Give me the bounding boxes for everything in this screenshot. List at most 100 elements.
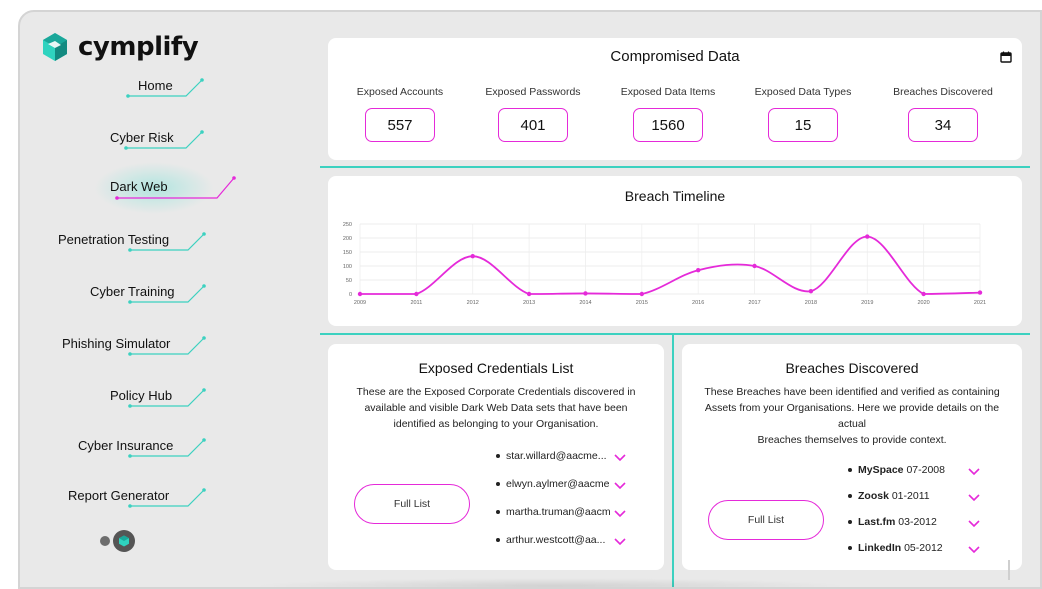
x-tick-label: 2021 <box>974 300 986 306</box>
list-item[interactable]: elwyn.aylmer@aacme <box>496 478 609 490</box>
x-tick-label: 2016 <box>692 300 704 306</box>
sidebar-item-policy-hub[interactable]: Policy Hub <box>110 382 230 416</box>
bullet <box>848 546 852 550</box>
description-line: Assets from your Organisations. Here we … <box>704 402 1000 414</box>
x-tick-label: 2015 <box>636 300 648 306</box>
breach-date: 07-2008 <box>906 464 945 476</box>
bullet <box>848 494 852 498</box>
list-item[interactable]: LinkedIn 05-2012 <box>848 542 943 554</box>
nav-underline <box>128 232 206 252</box>
x-tick-label: 2009 <box>354 300 366 306</box>
chevron-down-icon[interactable] <box>968 520 980 528</box>
chevron-down-icon[interactable] <box>614 454 626 462</box>
breach-timeline-chart: 250 200 150 100 50 02009 2011 2012 2013 2014 2015 2… <box>343 222 986 306</box>
sidebar-item-phishing-simulator[interactable]: Phishing Simulator <box>62 330 232 364</box>
nav-underline <box>128 284 206 304</box>
credential-email: star.willard@aacme... <box>506 450 607 462</box>
credential-email: elwyn.aylmer@aacme <box>506 478 610 490</box>
exposed-credentials-panel: Exposed Credentials List These are the E… <box>328 344 664 570</box>
x-tick-label: 2013 <box>523 300 535 306</box>
brand-name: cymplify <box>78 32 199 62</box>
breach-date: 03-2012 <box>898 516 937 528</box>
sidebar-item-penetration-testing[interactable]: Penetration Testing <box>58 226 228 260</box>
breaches-discovered-panel: Breaches Discovered These Breaches have … <box>682 344 1022 570</box>
nav-underline <box>128 336 206 356</box>
theme-toggle[interactable] <box>100 530 135 552</box>
panel-shadow <box>250 578 850 587</box>
panel-description: These are the Exposed Corporate Credenti… <box>336 384 656 432</box>
stat-value: 15 <box>768 108 838 142</box>
compromised-data-panel: Compromised Data Exposed Accounts 557 Ex… <box>328 38 1022 160</box>
stat-exposed-accounts: Exposed Accounts 557 <box>340 86 460 142</box>
x-tick-label: 2012 <box>467 300 479 306</box>
data-point <box>808 289 814 294</box>
bullet <box>496 454 500 458</box>
data-point <box>414 291 419 297</box>
scrollbar-mark <box>1008 560 1010 580</box>
data-point <box>639 291 645 297</box>
credential-email: martha.truman@aacm <box>506 506 611 518</box>
sidebar-item-cyber-training[interactable]: Cyber Training <box>90 278 230 312</box>
description-line: actual <box>837 418 867 430</box>
sidebar-item-cyber-insurance[interactable]: Cyber Insurance <box>78 432 228 466</box>
bullet <box>848 468 852 472</box>
full-list-button[interactable]: Full List <box>354 484 470 524</box>
list-item[interactable]: martha.truman@aacm <box>496 506 611 518</box>
chevron-down-icon[interactable] <box>614 510 626 518</box>
chevron-down-icon[interactable] <box>614 482 626 490</box>
theme-toggle-icon <box>113 530 135 552</box>
stat-label: Exposed Accounts <box>356 86 444 98</box>
series-line <box>360 235 981 295</box>
panel-title: Breaches Discovered <box>785 360 919 376</box>
panel-title: Compromised Data <box>610 48 740 65</box>
chevron-down-icon[interactable] <box>968 468 980 476</box>
nav-underline <box>128 488 206 508</box>
chevron-down-icon[interactable] <box>968 546 980 554</box>
data-point <box>977 290 983 295</box>
list-item[interactable]: Zoosk 01-2011 <box>848 490 930 502</box>
y-tick-label: 250 <box>343 222 352 228</box>
breach-date: 05-2012 <box>904 542 943 554</box>
x-tick-label: 2014 <box>579 300 591 306</box>
sidebar-item-dark-web[interactable]: Dark Web <box>100 172 240 206</box>
data-point <box>695 268 701 273</box>
credential-email: arthur.westcott@aa... <box>506 534 606 546</box>
description-line: Breaches themselves to provide context. <box>757 434 947 446</box>
stat-label: Exposed Passwords <box>485 86 581 98</box>
stat-exposed-passwords: Exposed Passwords 401 <box>473 86 593 142</box>
x-tick-label: 2018 <box>805 300 817 306</box>
bullet <box>496 510 500 514</box>
x-tick-label: 2017 <box>748 300 760 306</box>
x-tick-label: 2011 <box>410 300 422 306</box>
stat-label: Exposed Data Types <box>754 86 852 98</box>
stat-value: 34 <box>908 108 978 142</box>
y-tick-label: 150 <box>343 250 352 256</box>
chevron-down-icon[interactable] <box>968 494 980 502</box>
calendar-icon[interactable] <box>1000 51 1012 63</box>
bullet <box>496 538 500 542</box>
stat-exposed-data-types: Exposed Data Types 15 <box>743 86 863 142</box>
section-divider <box>320 333 1030 335</box>
sidebar-item-report-generator[interactable]: Report Generator <box>68 482 228 516</box>
sidebar: cymplify Home Cyber Risk Dark Web Penetr… <box>20 12 236 587</box>
stat-value: 557 <box>365 108 435 142</box>
y-tick-label: 200 <box>343 236 352 242</box>
list-item[interactable]: arthur.westcott@aa... <box>496 534 605 546</box>
x-tick-label: 2019 <box>861 300 873 306</box>
list-item[interactable]: Last.fm 03-2012 <box>848 516 937 528</box>
toggle-track-dot <box>100 536 110 546</box>
data-point <box>583 291 588 296</box>
list-item[interactable]: MySpace 07-2008 <box>848 464 945 476</box>
sidebar-item-cyber-risk[interactable]: Cyber Risk <box>110 124 220 158</box>
stat-breaches-discovered: Breaches Discovered 34 <box>880 86 1006 142</box>
description-line: available and visible Dark Web Data sets… <box>364 402 628 414</box>
breach-date: 01-2011 <box>891 490 930 502</box>
chevron-down-icon[interactable] <box>614 538 626 546</box>
data-point <box>865 234 870 239</box>
list-item[interactable]: star.willard@aacme... <box>496 450 607 462</box>
logo[interactable]: cymplify <box>40 32 199 62</box>
y-tick-label: 50 <box>346 278 352 284</box>
sidebar-item-home[interactable]: Home <box>120 72 220 106</box>
full-list-button[interactable]: Full List <box>708 500 824 540</box>
panel-title: Exposed Credentials List <box>418 360 574 376</box>
